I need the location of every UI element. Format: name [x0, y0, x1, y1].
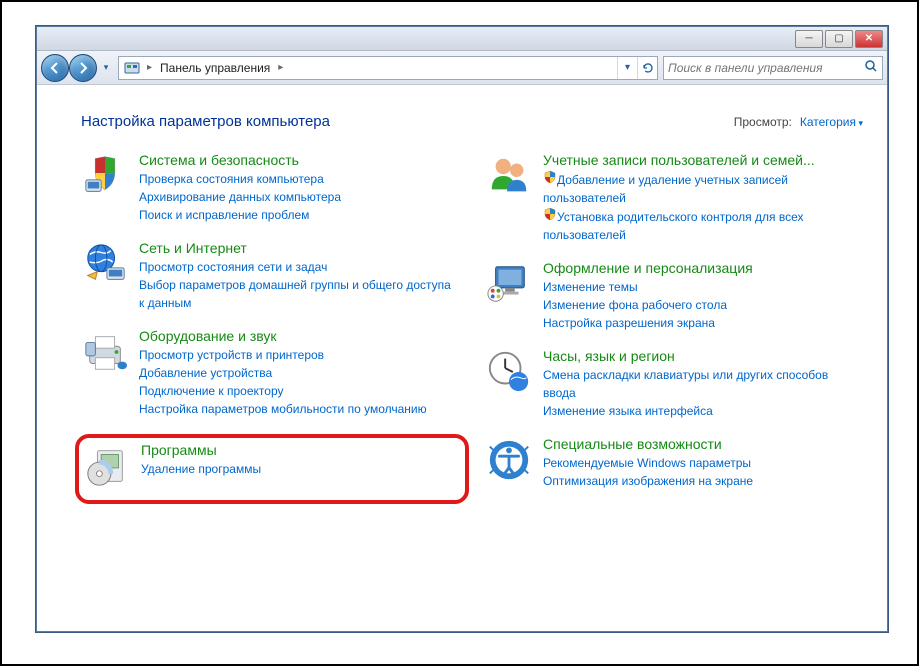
users-icon: [485, 152, 533, 200]
arrow-left-icon: [48, 61, 62, 75]
monitor-paint-icon: [485, 260, 533, 308]
category-link[interactable]: Изменение темы: [543, 278, 863, 296]
category-link[interactable]: Удаление программы: [141, 460, 451, 478]
category-body: Оформление и персонализация Изменение тем…: [543, 260, 863, 332]
category-link[interactable]: Просмотр устройств и принтеров: [139, 346, 459, 364]
category-body: Система и безопасность Проверка состояния…: [139, 152, 459, 224]
forward-button[interactable]: [69, 54, 97, 82]
search-icon[interactable]: [864, 59, 878, 76]
category-link[interactable]: Просмотр состояния сети и задач: [139, 258, 459, 276]
category-network: Сеть и Интернет Просмотр состояния сети и…: [81, 240, 459, 312]
disc-box-icon: [83, 442, 131, 490]
search-box[interactable]: [663, 56, 883, 80]
category-links: Просмотр устройств и принтеровДобавление…: [139, 346, 459, 418]
uac-shield-icon: [543, 173, 557, 187]
category-clock: Часы, язык и регион Смена раскладки клави…: [485, 348, 863, 420]
category-links: Добавление и удаление учетных записей по…: [543, 170, 863, 244]
category-body: Часы, язык и регион Смена раскладки клави…: [543, 348, 863, 420]
category-body: Учетные записи пользователей и семей... Д…: [543, 152, 863, 244]
page-title: Настройка параметров компьютера: [81, 113, 330, 130]
address-dropdown[interactable]: ▾: [617, 57, 637, 79]
globe-net-icon: [81, 240, 129, 288]
control-panel-window: ─ ▢ ✕ ▾ ▸ Панель управления ▸ ▾: [36, 26, 888, 632]
category-body: Оборудование и звук Просмотр устройств и …: [139, 328, 459, 418]
breadcrumb-separator[interactable]: ▸: [276, 62, 285, 73]
clock-globe-icon: [485, 348, 533, 396]
uac-shield-icon: [543, 210, 557, 224]
right-column: Учетные записи пользователей и семей... Д…: [485, 152, 863, 506]
refresh-button[interactable]: [637, 57, 657, 79]
address-bar[interactable]: ▸ Панель управления ▸ ▾: [118, 56, 658, 80]
titlebar: ─ ▢ ✕: [37, 27, 887, 51]
category-title[interactable]: Оборудование и звук: [139, 328, 459, 344]
navigation-bar: ▾ ▸ Панель управления ▸ ▾: [37, 51, 887, 85]
category-programs: Программы Удаление программы: [75, 434, 469, 504]
ease-access-icon: [485, 436, 533, 484]
category-title[interactable]: Часы, язык и регион: [543, 348, 863, 364]
category-link[interactable]: Изменение языка интерфейса: [543, 402, 863, 420]
category-links: Рекомендуемые Windows параметрыОптимизац…: [543, 454, 863, 490]
category-appearance: Оформление и персонализация Изменение тем…: [485, 260, 863, 332]
category-link[interactable]: Оптимизация изображения на экране: [543, 472, 863, 490]
shield-pc-icon: [81, 152, 129, 200]
control-panel-icon: [122, 59, 142, 77]
link-text: Добавление и удаление учетных записей по…: [543, 173, 788, 205]
category-link[interactable]: Подключение к проектору: [139, 382, 459, 400]
left-column: Система и безопасность Проверка состояния…: [81, 152, 459, 506]
maximize-button[interactable]: ▢: [825, 30, 853, 48]
category-title[interactable]: Система и безопасность: [139, 152, 459, 168]
breadcrumb-separator: ▸: [145, 62, 154, 73]
close-button[interactable]: ✕: [855, 30, 883, 48]
view-dropdown[interactable]: Категория: [800, 115, 863, 129]
category-title[interactable]: Оформление и персонализация: [543, 260, 863, 276]
category-title[interactable]: Специальные возможности: [543, 436, 863, 452]
breadcrumb[interactable]: Панель управления: [154, 61, 276, 75]
category-links: Изменение темыИзменение фона рабочего ст…: [543, 278, 863, 332]
category-link[interactable]: Добавление устройства: [139, 364, 459, 382]
back-button[interactable]: [41, 54, 69, 82]
category-link[interactable]: Изменение фона рабочего стола: [543, 296, 863, 314]
category-body: Специальные возможности Рекомендуемые Win…: [543, 436, 863, 490]
minimize-button[interactable]: ─: [795, 30, 823, 48]
category-link[interactable]: Выбор параметров домашней группы и общег…: [139, 276, 459, 312]
category-link[interactable]: Рекомендуемые Windows параметры: [543, 454, 863, 472]
category-links: Удаление программы: [141, 460, 451, 478]
category-hardware: Оборудование и звук Просмотр устройств и …: [81, 328, 459, 418]
category-link[interactable]: Архивирование данных компьютера: [139, 188, 459, 206]
category-links: Проверка состояния компьютераАрхивирован…: [139, 170, 459, 224]
search-input[interactable]: [668, 61, 864, 75]
category-system: Система и безопасность Проверка состояния…: [81, 152, 459, 224]
category-ease: Специальные возможности Рекомендуемые Win…: [485, 436, 863, 490]
category-links: Смена раскладки клавиатуры или других сп…: [543, 366, 863, 420]
category-link[interactable]: Смена раскладки клавиатуры или других сп…: [543, 366, 863, 402]
content-area: Настройка параметров компьютера Просмотр…: [37, 85, 887, 631]
link-text: Установка родительского контроля для все…: [543, 210, 804, 242]
category-link[interactable]: Настройка разрешения экрана: [543, 314, 863, 332]
category-title[interactable]: Программы: [141, 442, 451, 458]
category-title[interactable]: Сеть и Интернет: [139, 240, 459, 256]
category-link[interactable]: Проверка состояния компьютера: [139, 170, 459, 188]
printer-icon: [81, 328, 129, 376]
category-body: Программы Удаление программы: [141, 442, 451, 490]
recent-dropdown[interactable]: ▾: [99, 54, 113, 82]
category-link[interactable]: Добавление и удаление учетных записей по…: [543, 170, 863, 207]
category-links: Просмотр состояния сети и задачВыбор пар…: [139, 258, 459, 312]
category-users: Учетные записи пользователей и семей... Д…: [485, 152, 863, 244]
category-link[interactable]: Установка родительского контроля для все…: [543, 207, 863, 244]
refresh-icon: [642, 62, 654, 74]
category-link[interactable]: Поиск и исправление проблем: [139, 206, 459, 224]
arrow-right-icon: [76, 61, 90, 75]
category-title[interactable]: Учетные записи пользователей и семей...: [543, 152, 863, 168]
category-link[interactable]: Настройка параметров мобильности по умол…: [139, 400, 459, 418]
category-body: Сеть и Интернет Просмотр состояния сети и…: [139, 240, 459, 312]
view-label: Просмотр:: [734, 115, 792, 129]
